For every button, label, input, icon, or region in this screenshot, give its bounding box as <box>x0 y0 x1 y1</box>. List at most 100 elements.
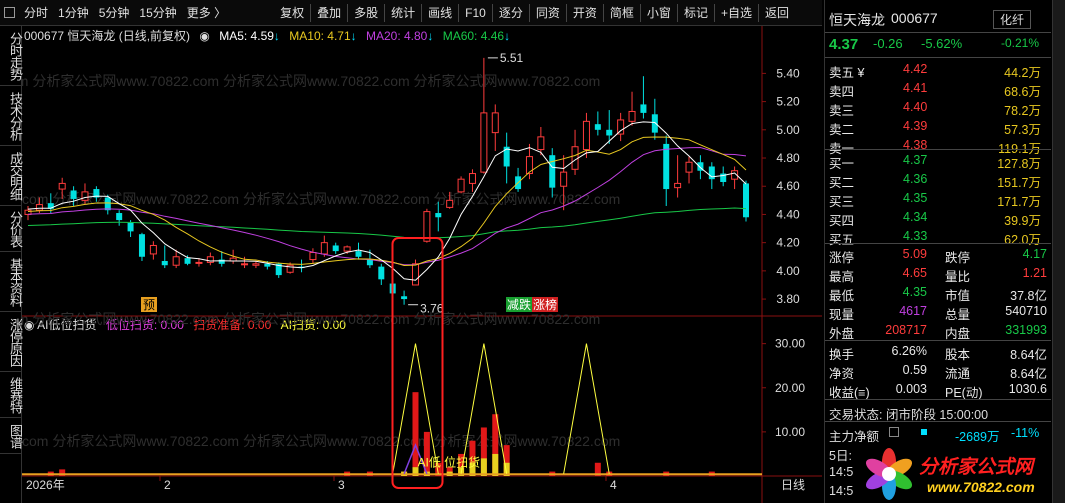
signal-spike <box>563 343 610 474</box>
ask-price: 4.39 <box>903 119 928 133</box>
tab-limit-reason[interactable]: 涨停原因 <box>0 312 23 372</box>
tab-1min[interactable]: 1分钟 <box>53 0 94 26</box>
ask-price: 4.41 <box>903 81 928 95</box>
price-change: -0.26 <box>873 36 903 51</box>
small-window-button[interactable]: 小窗 <box>642 0 676 26</box>
trade-status-row: 交易状态: 闭市阶段 15:00:00 <box>825 402 1051 422</box>
indicator-tick-label: 20.00 <box>775 381 805 395</box>
flow-indicator-icon <box>921 429 927 435</box>
price-tick-label: 5.00 <box>776 123 800 137</box>
tag-label: 减跌 <box>507 297 531 312</box>
candle-body-down <box>332 245 339 252</box>
tab-technical-analysis[interactable]: 技术分析 <box>0 86 23 146</box>
stock-name: 恒天海龙 <box>829 12 885 28</box>
candle-body-down <box>184 258 191 264</box>
toolbar-divider <box>713 3 715 22</box>
panel-divider <box>825 421 1051 422</box>
price-tick-label: 5.20 <box>776 95 800 109</box>
back-button[interactable]: 返回 <box>760 0 794 26</box>
kline-chart-area[interactable]: 000677 恒天海龙 (日线,前复权) ◉ MA5: 4.59↓ MA10: … <box>22 26 822 503</box>
toolbar-divider <box>639 3 641 22</box>
overlay-button[interactable]: 叠加 <box>312 0 346 26</box>
bid-row: 买一 4.37 127.8万 <box>825 151 1051 171</box>
watermark-text: com 分析家公式网www.70822.com 分析家公式网www.70822.… <box>22 433 620 449</box>
f10-button[interactable]: F10 <box>460 0 491 26</box>
bid-price: 4.35 <box>903 191 928 205</box>
multi-stock-button[interactable]: 多股 <box>349 0 383 26</box>
indicator-bar-yellow <box>492 453 499 476</box>
candle-body-down <box>743 183 749 218</box>
stock-terminal: 分时 1分钟 5分钟 15分钟 更多 〉 复权 叠加 多股 统计 画线 F10 … <box>0 0 1065 503</box>
stat-value: 1.21 <box>1022 266 1047 280</box>
draw-line-button[interactable]: 画线 <box>423 0 457 26</box>
add-watchlist-button[interactable]: +自选 <box>716 0 757 26</box>
stat-value: 0.003 <box>895 382 927 396</box>
candle-body-up <box>195 261 203 264</box>
open-fund-button[interactable]: 开资 <box>568 0 602 26</box>
simple-frame-button[interactable]: 简框 <box>605 0 639 26</box>
more-menu[interactable]: 更多 〉 <box>182 0 231 26</box>
candle-body-down <box>127 222 134 232</box>
panel-divider <box>825 340 1051 341</box>
same-fund-button[interactable]: 同资 <box>531 0 565 26</box>
tag-label: 涨榜 <box>533 297 557 312</box>
candle-body-up <box>81 191 89 201</box>
tab-graph[interactable]: 图谱 <box>0 418 23 454</box>
tick-button[interactable]: 逐分 <box>494 0 528 26</box>
checkbox-icon[interactable] <box>4 7 15 18</box>
price-change-pct: -5.62% <box>921 36 963 51</box>
stat-value: 331993 <box>1005 323 1047 337</box>
ma60-line <box>27 207 747 239</box>
adjust-button[interactable]: 复权 <box>275 0 309 26</box>
toolbar-divider <box>676 3 678 22</box>
candle-body-down <box>435 213 442 218</box>
candle-body-down <box>116 213 123 221</box>
candle-body-up <box>320 242 328 255</box>
ask-row: 卖三 4.40 78.2万 <box>825 98 1051 118</box>
stats2-row: 收益(≡) 0.003 PE(动) 1030.6 <box>825 380 1051 400</box>
sector-chip[interactable]: 化纤 <box>993 10 1032 29</box>
tab-intraday[interactable]: 分时 <box>19 0 53 26</box>
stats-row: 涨停 5.09 跌停 4.17 <box>825 245 1051 265</box>
stat-value: 540710 <box>1005 304 1047 318</box>
candle-body-down <box>70 190 77 199</box>
left-vertical-tabs: 分时走势 技术分析 成交明细 分价表 基本资料 涨停原因 维赛特 图谱 <box>0 26 23 503</box>
tab-trade-details[interactable]: 成交明细 <box>0 146 23 206</box>
bid-price: 4.37 <box>903 153 928 167</box>
stock-code: 000677 <box>891 10 938 26</box>
panel-title-row: 恒天海龙 000677 化纤 <box>825 8 1051 30</box>
tab-5min[interactable]: 5分钟 <box>94 0 135 26</box>
time-label: 14:5 <box>829 465 854 479</box>
mark-button[interactable]: 标记 <box>679 0 713 26</box>
ask-row: 卖二 4.39 57.3万 <box>825 117 1051 137</box>
candle-body-down <box>401 296 408 300</box>
candle-body-up <box>571 146 579 170</box>
main-flow-checkbox[interactable] <box>889 427 899 437</box>
candle-body-up <box>674 182 682 189</box>
price-tick-label: 5.40 <box>776 66 800 80</box>
stats-row: 最低 4.35 市值 37.8亿 <box>825 283 1051 303</box>
tab-intraday-trend[interactable]: 分时走势 <box>0 26 23 86</box>
candle-body-down <box>651 114 658 133</box>
candle-body-up <box>411 263 419 286</box>
main-flow-pct: -11% <box>1011 426 1040 440</box>
price-tick-label: 3.80 <box>776 292 800 306</box>
stats-button[interactable]: 统计 <box>386 0 420 26</box>
time-label: 14:5 <box>829 484 854 498</box>
bid-row: 买三 4.35 171.7万 <box>825 189 1051 209</box>
toolbar-divider <box>565 3 567 22</box>
panel-scrollbar[interactable] <box>1052 0 1065 503</box>
candle-body-down <box>549 155 556 188</box>
candle-body-up <box>537 136 545 151</box>
bid-row: 买二 4.36 151.7万 <box>825 170 1051 190</box>
candle-body-up <box>628 110 636 122</box>
candle-body-up <box>446 199 454 208</box>
candle-body-up <box>457 178 465 193</box>
candle-body-up <box>309 252 317 261</box>
tab-15min[interactable]: 15分钟 <box>134 0 181 26</box>
tab-price-table[interactable]: 分价表 <box>0 206 23 252</box>
date-tick-label: 2026年 <box>26 478 65 492</box>
tab-basic-info[interactable]: 基本资料 <box>0 252 23 312</box>
watermark-logo: 分析家公式网 www.70822.com <box>861 446 1051 502</box>
tab-weisaite[interactable]: 维赛特 <box>0 372 23 418</box>
